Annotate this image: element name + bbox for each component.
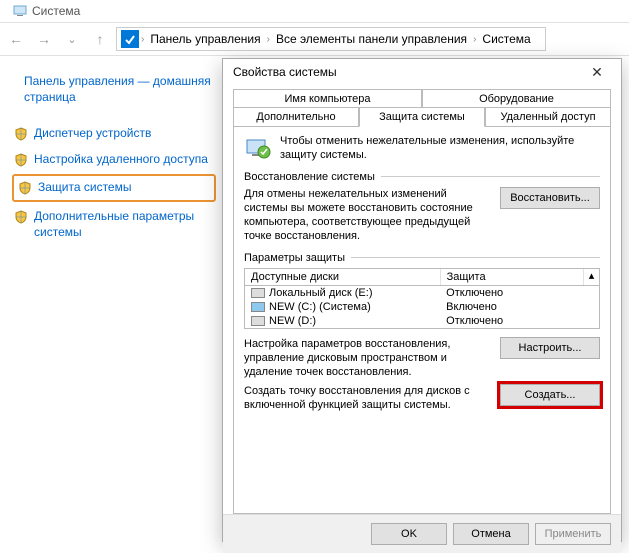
chevron-right-icon: › (473, 34, 476, 45)
shield-icon (14, 210, 28, 224)
dialog-titlebar[interactable]: Свойства системы ✕ (223, 59, 621, 85)
tab-system-protection[interactable]: Защита системы (359, 107, 485, 127)
disk-protection-status: Включено (440, 300, 583, 314)
restore-group-label: Восстановление системы (244, 171, 600, 183)
dialog-title: Свойства системы (233, 65, 337, 79)
disk-protection-status: Отключено (440, 286, 583, 300)
system-icon (12, 3, 28, 19)
tab-hardware[interactable]: Оборудование (422, 89, 611, 108)
nav-history-dropdown[interactable]: ⌄ (60, 27, 84, 51)
shield-icon (14, 127, 28, 141)
table-row[interactable]: NEW (C:) (Система) Включено (245, 300, 599, 314)
ok-button[interactable]: OK (371, 523, 447, 545)
tab-panel-system-protection: Чтобы отменить нежелательные изменения, … (233, 126, 611, 514)
col-protection[interactable]: Защита (441, 269, 583, 285)
nav-back-button[interactable]: ← (4, 27, 28, 51)
sidebar-item-label: Дополнительные параметры системы (34, 209, 214, 240)
params-group-label: Параметры защиты (244, 252, 600, 264)
sidebar-item-label: Защита системы (38, 180, 131, 196)
disk-icon (251, 302, 265, 312)
table-row[interactable]: NEW (D:) Отключено (245, 314, 599, 328)
chevron-right-icon: › (267, 34, 270, 45)
shield-icon (18, 181, 32, 195)
table-row[interactable]: Локальный диск (E:) Отключено (245, 286, 599, 300)
nav-forward-button[interactable]: → (32, 27, 56, 51)
breadcrumb-item[interactable]: Система (478, 32, 534, 46)
sidebar-home-link[interactable]: Панель управления — домашняя страница (8, 70, 220, 109)
create-description: Создать точку восстановления для дисков … (244, 384, 492, 413)
window-title: Система (32, 4, 80, 18)
tab-advanced[interactable]: Дополнительно (233, 107, 359, 127)
tab-computer-name[interactable]: Имя компьютера (233, 89, 422, 108)
breadcrumb-bar[interactable]: › Панель управления › Все элементы панел… (116, 27, 546, 51)
nav-up-button[interactable]: ↑ (88, 27, 112, 51)
breadcrumb-item[interactable]: Все элементы панели управления (272, 32, 471, 46)
restore-button[interactable]: Восстановить... (500, 187, 600, 209)
sidebar-item-label: Настройка удаленного доступа (34, 152, 208, 168)
address-bar-row: ← → ⌄ ↑ › Панель управления › Все элемен… (0, 22, 629, 56)
disk-name: NEW (D:) (269, 315, 316, 327)
protection-icon (244, 134, 272, 162)
breadcrumb-item[interactable]: Панель управления (146, 32, 264, 46)
disk-name: NEW (C:) (Система) (269, 301, 371, 313)
system-properties-dialog: Свойства системы ✕ Имя компьютера Оборуд… (222, 58, 622, 542)
disk-icon (251, 316, 265, 326)
cancel-button[interactable]: Отмена (453, 523, 529, 545)
create-restore-point-button[interactable]: Создать... (500, 384, 600, 406)
disk-name: Локальный диск (E:) (269, 287, 373, 299)
control-panel-icon (121, 30, 139, 48)
configure-button[interactable]: Настроить... (500, 337, 600, 359)
disk-icon (251, 288, 265, 298)
col-available-disks[interactable]: Доступные диски (245, 269, 441, 285)
sidebar-system-protection[interactable]: Защита системы (12, 174, 216, 202)
sidebar-item-label: Диспетчер устройств (34, 126, 151, 142)
sidebar: Панель управления — домашняя страница Ди… (0, 60, 220, 255)
scroll-up-icon[interactable]: ▴ (583, 269, 599, 285)
shield-icon (14, 153, 28, 167)
window-titlebar: Система (0, 0, 629, 22)
sidebar-advanced-settings[interactable]: Дополнительные параметры системы (8, 204, 220, 245)
disk-protection-status: Отключено (440, 314, 583, 328)
sidebar-device-manager[interactable]: Диспетчер устройств (8, 121, 220, 147)
dialog-footer: OK Отмена Применить (223, 514, 621, 553)
apply-button[interactable]: Применить (535, 523, 611, 545)
protection-disks-table[interactable]: Доступные диски Защита ▴ Локальный диск … (244, 268, 600, 329)
restore-description: Для отмены нежелательных изменений систе… (244, 187, 492, 244)
intro-text: Чтобы отменить нежелательные изменения, … (280, 134, 600, 163)
configure-description: Настройка параметров восстановления, упр… (244, 337, 492, 380)
chevron-right-icon: › (141, 34, 144, 45)
sidebar-remote-settings[interactable]: Настройка удаленного доступа (8, 147, 220, 173)
tab-remote[interactable]: Удаленный доступ (485, 107, 611, 127)
close-button[interactable]: ✕ (577, 59, 617, 85)
